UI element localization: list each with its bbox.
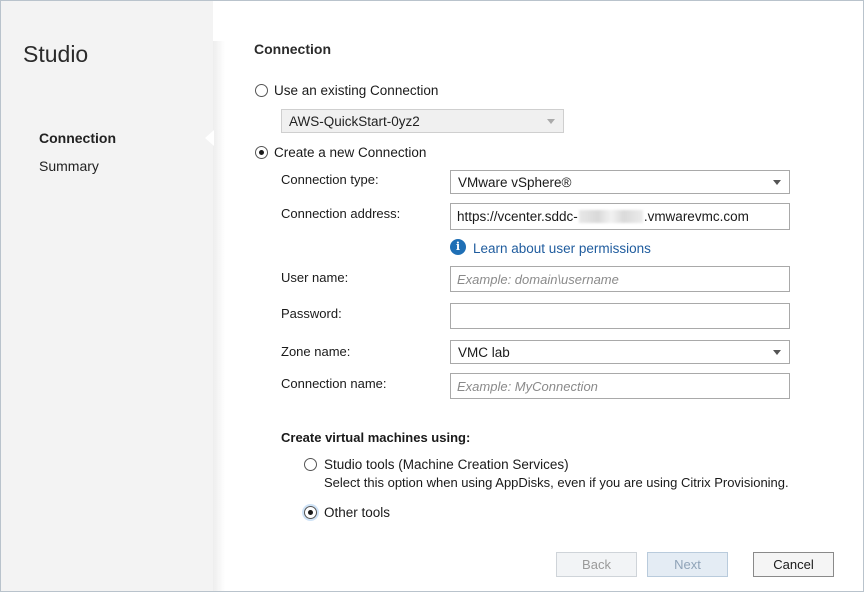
connection-type-select[interactable]: VMware vSphere® (450, 170, 790, 194)
sidebar-item-connection[interactable]: Connection (39, 130, 116, 146)
studio-tools-description: Select this option when using AppDisks, … (324, 475, 789, 490)
wizard-window: Studio Connection Summary Connection Use… (0, 0, 864, 592)
studio-tools-radio[interactable] (304, 458, 317, 471)
new-connection-radio[interactable] (255, 146, 268, 159)
existing-connection-radio[interactable] (255, 84, 268, 97)
connection-address-label: Connection address: (281, 206, 401, 221)
new-connection-label[interactable]: Create a new Connection (274, 145, 426, 160)
other-tools-label[interactable]: Other tools (324, 505, 390, 520)
connection-address-input[interactable]: https://vcenter.sddc- .vmwarevmc.com (450, 203, 790, 230)
connection-address-suffix: .vmwarevmc.com (643, 209, 749, 224)
password-label: Password: (281, 306, 342, 321)
zone-name-select[interactable]: VMC lab (450, 340, 790, 364)
chevron-down-icon (773, 180, 781, 185)
sidebar-item-summary[interactable]: Summary (39, 158, 99, 174)
connection-name-label: Connection name: (281, 376, 387, 391)
connection-name-input[interactable] (450, 373, 790, 399)
chevron-down-icon (547, 119, 555, 124)
zone-name-label: Zone name: (281, 344, 351, 359)
password-input[interactable] (450, 303, 790, 329)
existing-connection-label[interactable]: Use an existing Connection (274, 83, 438, 98)
connection-type-value: VMware vSphere® (458, 175, 572, 190)
connection-address-prefix: https://vcenter.sddc- (457, 209, 578, 224)
active-step-pointer (205, 130, 214, 146)
zone-name-value: VMC lab (458, 345, 510, 360)
other-tools-radio[interactable] (304, 506, 317, 519)
back-button[interactable]: Back (556, 552, 637, 577)
existing-connection-select[interactable]: AWS-QuickStart-0yz2 (281, 109, 564, 133)
user-permissions-link[interactable]: Learn about user permissions (473, 241, 651, 256)
studio-tools-label[interactable]: Studio tools (Machine Creation Services) (324, 457, 569, 472)
chevron-down-icon (773, 350, 781, 355)
existing-connection-value: AWS-QuickStart-0yz2 (289, 114, 420, 129)
connection-address-value: https://vcenter.sddc- .vmwarevmc.com (457, 209, 749, 224)
user-name-input[interactable] (450, 266, 790, 292)
next-button[interactable]: Next (647, 552, 728, 577)
cancel-button[interactable]: Cancel (753, 552, 834, 577)
user-name-label: User name: (281, 270, 349, 285)
info-icon: i (450, 239, 466, 255)
app-title: Studio (23, 41, 89, 67)
sidebar: Studio Connection Summary (1, 1, 213, 591)
redacted-region (578, 210, 643, 223)
vm-creation-heading: Create virtual machines using: (281, 430, 471, 445)
connection-type-label: Connection type: (281, 172, 379, 187)
sidebar-divider (213, 41, 225, 591)
page-title: Connection (254, 41, 331, 57)
